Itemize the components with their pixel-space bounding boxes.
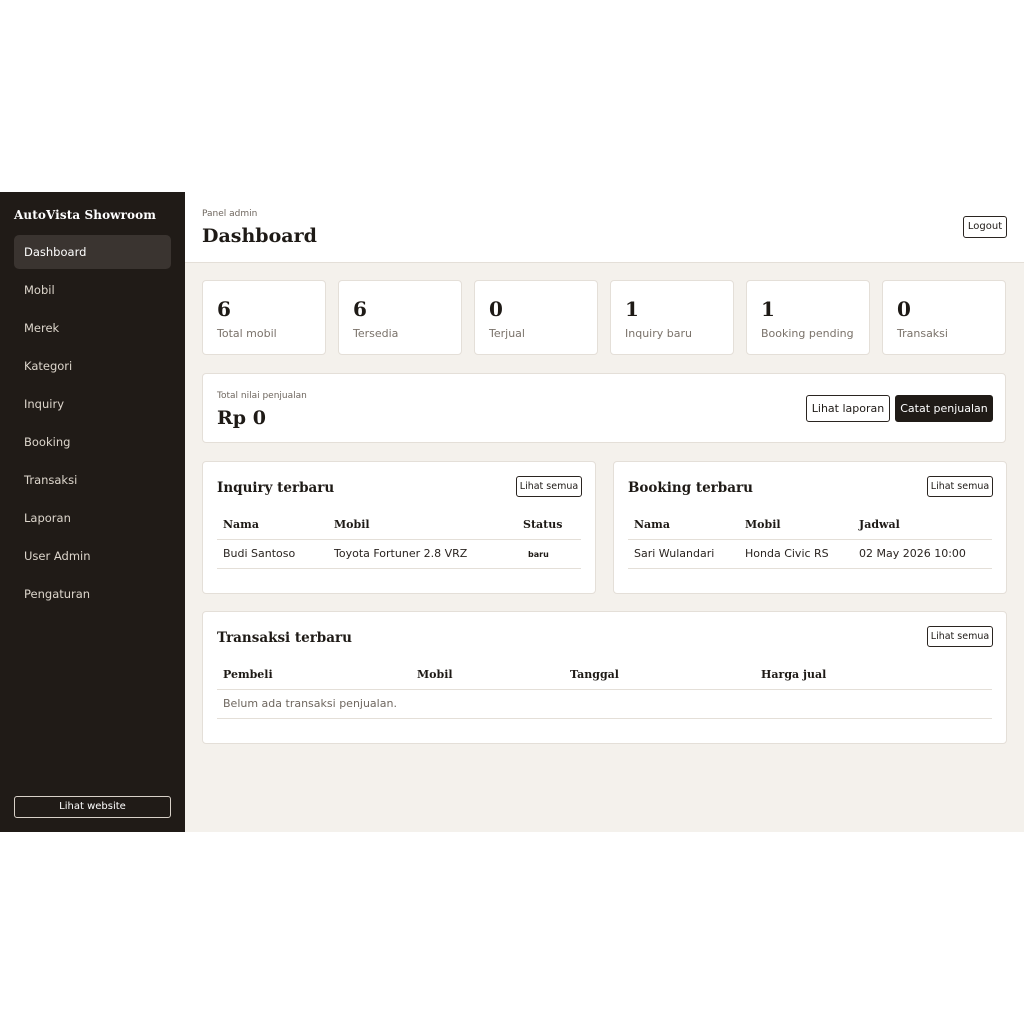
logout-button[interactable]: Logout: [963, 216, 1007, 238]
booking-table: Nama Mobil Jadwal Sari Wulandari Honda C…: [628, 510, 992, 569]
sidebar-item-booking[interactable]: Booking: [14, 425, 171, 459]
sales-summary-card: Total nilai penjualan Rp 0 Lihat laporan…: [202, 373, 1006, 443]
transactions-title: Transaksi terbaru: [217, 630, 352, 646]
stat-card-tersedia: 6 Tersedia: [338, 280, 462, 355]
sidebar-item-mobil[interactable]: Mobil: [14, 273, 171, 307]
sidebar: AutoVista Showroom Dashboard Mobil Merek…: [0, 192, 185, 832]
status-badge: baru: [528, 550, 549, 559]
app-window: AutoVista Showroom Dashboard Mobil Merek…: [0, 192, 1024, 832]
stat-label: Tersedia: [353, 327, 399, 340]
column-header: Jadwal: [853, 510, 992, 540]
sidebar-item-merek[interactable]: Merek: [14, 311, 171, 345]
booking-car: Honda Civic RS: [739, 539, 853, 569]
inquiry-name: Budi Santoso: [217, 539, 328, 569]
sidebar-item-user-admin[interactable]: User Admin: [14, 539, 171, 573]
column-header: Mobil: [411, 660, 564, 690]
stat-label: Booking pending: [761, 327, 854, 340]
stat-value: 1: [625, 297, 639, 321]
table-header-row: Nama Mobil Jadwal: [628, 510, 992, 540]
sidebar-item-kategori[interactable]: Kategori: [14, 349, 171, 383]
inquiry-title: Inquiry terbaru: [217, 480, 335, 496]
booking-name: Sari Wulandari: [628, 539, 739, 569]
inquiry-card: Inquiry terbaru Lihat semua Nama Mobil S…: [202, 461, 596, 594]
stat-card-terjual: 0 Terjual: [474, 280, 598, 355]
brand-logo: AutoVista Showroom: [14, 208, 157, 222]
column-header: Nama: [217, 510, 328, 540]
stat-label: Inquiry baru: [625, 327, 692, 340]
stat-value: 0: [897, 297, 911, 321]
inquiry-see-all-button[interactable]: Lihat semua: [516, 476, 582, 497]
empty-state-message: Belum ada transaksi penjualan.: [217, 689, 992, 719]
stat-card-total-mobil: 6 Total mobil: [202, 280, 326, 355]
table-row[interactable]: Sari Wulandari Honda Civic RS 02 May 202…: [628, 539, 992, 569]
breadcrumb: Panel admin: [202, 209, 258, 219]
booking-card: Booking terbaru Lihat semua Nama Mobil J…: [613, 461, 1007, 594]
column-header: Tanggal: [564, 660, 755, 690]
sidebar-nav: Dashboard Mobil Merek Kategori Inquiry B…: [14, 235, 171, 615]
stat-value: 0: [489, 297, 503, 321]
column-header: Mobil: [739, 510, 853, 540]
table-row: Belum ada transaksi penjualan.: [217, 689, 992, 719]
column-header: Harga jual: [755, 660, 992, 690]
booking-title: Booking terbaru: [628, 480, 753, 496]
sales-total-value: Rp 0: [217, 407, 266, 429]
page-title: Dashboard: [202, 225, 317, 247]
booking-see-all-button[interactable]: Lihat semua: [927, 476, 993, 497]
column-header: Status: [517, 510, 581, 540]
column-header: Mobil: [328, 510, 517, 540]
table-header-row: Pembeli Mobil Tanggal Harga jual: [217, 660, 992, 690]
sales-total-label: Total nilai penjualan: [217, 391, 307, 401]
sidebar-item-laporan[interactable]: Laporan: [14, 501, 171, 535]
transactions-table: Pembeli Mobil Tanggal Harga jual Belum a…: [217, 660, 992, 719]
stat-value: 6: [217, 297, 231, 321]
record-sale-button[interactable]: Catat penjualan: [895, 395, 993, 422]
sidebar-item-pengaturan[interactable]: Pengaturan: [14, 577, 171, 611]
view-report-button[interactable]: Lihat laporan: [806, 395, 890, 422]
stat-label: Total mobil: [217, 327, 277, 340]
inquiry-car: Toyota Fortuner 2.8 VRZ: [328, 539, 517, 569]
booking-schedule: 02 May 2026 10:00: [853, 539, 992, 569]
sidebar-item-dashboard[interactable]: Dashboard: [14, 235, 171, 269]
stat-label: Terjual: [489, 327, 525, 340]
stat-label: Transaksi: [897, 327, 948, 340]
transactions-card: Transaksi terbaru Lihat semua Pembeli Mo…: [202, 611, 1007, 744]
stat-card-transaksi: 0 Transaksi: [882, 280, 1006, 355]
table-header-row: Nama Mobil Status: [217, 510, 581, 540]
page-header: Panel admin Dashboard Logout: [185, 192, 1024, 263]
transactions-see-all-button[interactable]: Lihat semua: [927, 626, 993, 647]
sidebar-item-inquiry[interactable]: Inquiry: [14, 387, 171, 421]
inquiry-table: Nama Mobil Status Budi Santoso Toyota Fo…: [217, 510, 581, 569]
column-header: Nama: [628, 510, 739, 540]
main-content: Panel admin Dashboard Logout 6 Total mob…: [185, 192, 1024, 832]
stat-value: 6: [353, 297, 367, 321]
table-row[interactable]: Budi Santoso Toyota Fortuner 2.8 VRZ bar…: [217, 539, 581, 569]
stat-card-inquiry-baru: 1 Inquiry baru: [610, 280, 734, 355]
sidebar-item-transaksi[interactable]: Transaksi: [14, 463, 171, 497]
column-header: Pembeli: [217, 660, 411, 690]
stat-card-booking-pending: 1 Booking pending: [746, 280, 870, 355]
stat-value: 1: [761, 297, 775, 321]
view-website-button[interactable]: Lihat website: [14, 796, 171, 818]
